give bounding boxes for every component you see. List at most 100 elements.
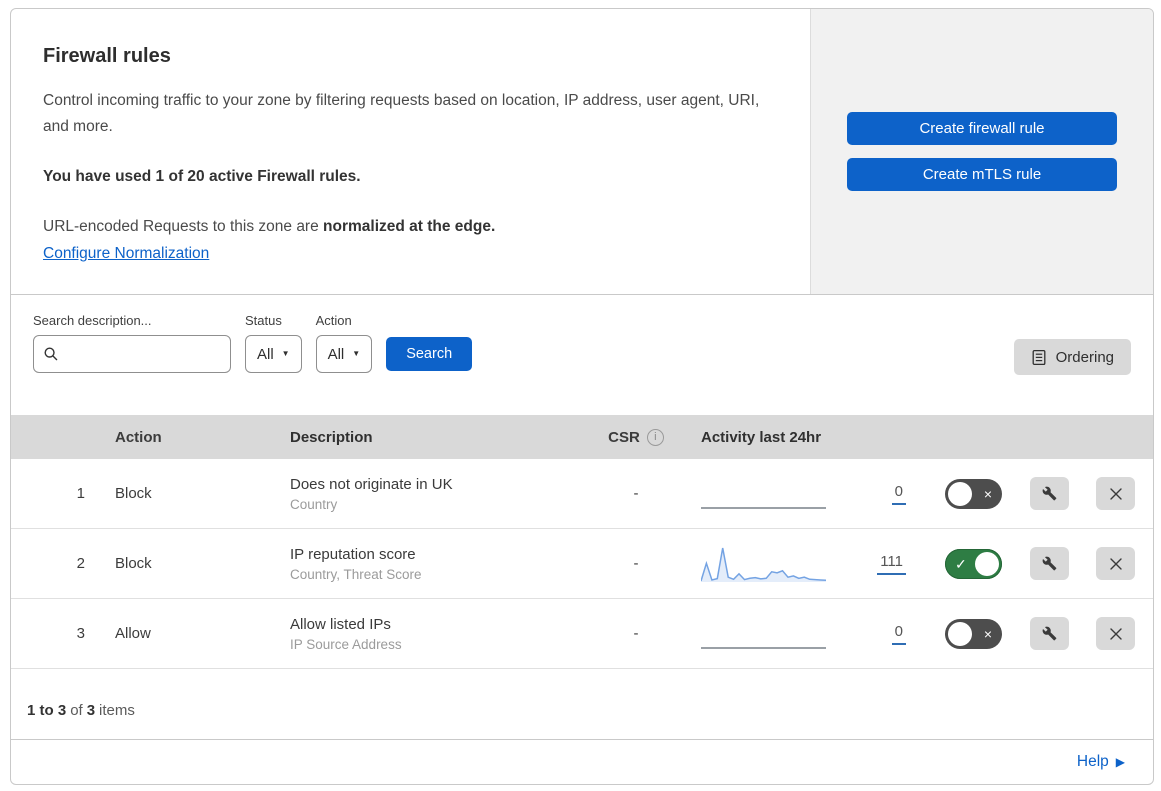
search-button[interactable]: Search — [386, 337, 473, 371]
column-activity: Activity last 24hr — [701, 428, 822, 446]
action-field-group: Action All ▼ — [315, 313, 373, 373]
header-section: Firewall rules Control incoming traffic … — [11, 9, 1153, 295]
rule-enabled-toggle[interactable]: ✓ × — [945, 618, 1002, 649]
delete-x-icon — [1109, 487, 1122, 500]
rule-delete-cell — [1077, 617, 1135, 650]
info-icon[interactable]: i — [646, 428, 664, 446]
create-firewall-rule-button[interactable]: Create firewall rule — [847, 112, 1117, 145]
rule-csr-value: - — [633, 555, 639, 572]
rule-csr-value: - — [633, 485, 639, 502]
rule-description: Does not originate in UK — [290, 475, 453, 493]
rule-action: Block — [115, 555, 152, 572]
help-link[interactable]: Help ▶ — [1077, 753, 1125, 771]
rule-activity-cell: 111 — [691, 543, 926, 585]
column-action: Action — [115, 428, 162, 446]
rule-edit-cell — [1021, 617, 1077, 650]
delete-rule-button[interactable] — [1096, 617, 1135, 650]
status-selected-value: All — [257, 345, 274, 363]
normalization-text: URL-encoded Requests to this zone are no… — [43, 218, 770, 236]
usage-text: You have used 1 of 20 active Firewall ru… — [43, 168, 361, 185]
filter-controls: Search description... Status All ▼ Actio… — [33, 313, 473, 373]
rule-toggle-cell: ✓ × — [926, 618, 1021, 649]
rule-csr-value: - — [633, 625, 639, 642]
items-total: 3 — [86, 702, 96, 719]
help-label: Help — [1076, 753, 1109, 770]
rule-priority: 2 — [76, 555, 85, 572]
rule-fields: Country — [290, 496, 338, 512]
check-icon: ✓ — [955, 555, 967, 572]
create-mtls-rule-button[interactable]: Create mTLS rule — [847, 158, 1117, 191]
delete-x-icon — [1109, 627, 1122, 640]
rule-activity-cell: 0 — [691, 618, 926, 649]
rule-description: IP reputation score — [290, 545, 416, 563]
activity-count-link[interactable]: 0 — [891, 483, 906, 505]
delete-rule-button[interactable] — [1096, 477, 1135, 510]
items-range: 1 to 3 — [27, 702, 67, 719]
rule-description-cell: Allow listed IPs IP Source Address — [274, 616, 581, 652]
wrench-icon — [1042, 556, 1056, 571]
search-icon — [44, 347, 58, 361]
rule-toggle-cell: ✓ × — [926, 548, 1021, 579]
pagination-summary: 1 to 3 of 3 items — [11, 669, 1153, 739]
rule-enabled-toggle[interactable]: ✓ × — [945, 478, 1002, 509]
action-label: Action — [315, 313, 352, 328]
toggle-knob — [975, 551, 999, 576]
table-header-row: Action Description CSR i Activity last 2… — [11, 415, 1153, 459]
edit-rule-button[interactable] — [1029, 617, 1069, 650]
column-csr-label: CSR — [608, 428, 640, 446]
edit-rule-button[interactable] — [1029, 477, 1069, 510]
x-icon: × — [983, 485, 992, 502]
rule-delete-cell — [1077, 477, 1135, 510]
wrench-icon — [1042, 626, 1056, 641]
edit-rule-button[interactable] — [1029, 547, 1069, 580]
column-csr: CSR i — [581, 428, 691, 446]
delete-rule-button[interactable] — [1096, 547, 1135, 580]
action-select[interactable]: All ▼ — [315, 335, 373, 373]
search-label: Search description... — [33, 313, 152, 328]
action-selected-value: All — [327, 345, 345, 363]
activity-sparkline — [701, 547, 826, 582]
header-text-block: Firewall rules Control incoming traffic … — [11, 9, 810, 294]
rule-action: Allow — [115, 625, 151, 642]
activity-count-link[interactable]: 111 — [877, 553, 906, 575]
rule-delete-cell — [1077, 547, 1135, 580]
activity-sparkline-flat — [701, 618, 826, 649]
rule-priority: 3 — [76, 625, 85, 642]
rule-activity-cell: 0 — [691, 478, 926, 509]
rule-enabled-toggle[interactable]: ✓ × — [945, 548, 1002, 579]
help-arrow-icon: ▶ — [1115, 755, 1125, 769]
table-row: 1 Block Does not originate in UK Country… — [11, 459, 1153, 529]
table-row: 2 Block IP reputation score Country, Thr… — [11, 529, 1153, 599]
status-select[interactable]: All ▼ — [245, 335, 302, 373]
firewall-rules-card: Firewall rules Control incoming traffic … — [10, 8, 1154, 785]
search-box — [33, 335, 231, 373]
ordering-list-icon — [1032, 349, 1046, 365]
ordering-button[interactable]: Ordering — [1013, 339, 1131, 375]
ordering-button-label: Ordering — [1055, 348, 1114, 366]
chevron-down-icon: ▼ — [281, 349, 290, 358]
rule-description: Allow listed IPs — [290, 615, 391, 633]
x-icon: × — [983, 625, 992, 642]
configure-normalization-link[interactable]: Configure Normalization — [43, 245, 209, 262]
actions-panel: Create firewall rule Create mTLS rule — [810, 9, 1153, 294]
help-bar: Help ▶ — [11, 739, 1153, 784]
search-input[interactable] — [59, 346, 221, 362]
filter-section: Search description... Status All ▼ Actio… — [11, 295, 1153, 415]
activity-sparkline-flat — [701, 478, 826, 509]
delete-x-icon — [1109, 557, 1122, 570]
wrench-icon — [1042, 486, 1056, 501]
rule-edit-cell — [1021, 477, 1077, 510]
rule-fields: IP Source Address — [290, 636, 402, 652]
status-field-group: Status All ▼ — [245, 313, 302, 373]
activity-count-link[interactable]: 0 — [891, 623, 906, 645]
column-description: Description — [290, 428, 373, 446]
chevron-down-icon: ▼ — [352, 349, 361, 358]
table-row: 3 Allow Allow listed IPs IP Source Addre… — [11, 599, 1153, 669]
page-title: Firewall rules — [43, 45, 171, 67]
toggle-knob — [948, 621, 972, 646]
rule-description-cell: Does not originate in UK Country — [274, 476, 581, 512]
status-label: Status — [245, 313, 282, 328]
normalization-bold: normalized at the edge. — [323, 218, 496, 235]
rule-priority: 1 — [76, 485, 85, 502]
search-field-group: Search description... — [33, 313, 231, 373]
